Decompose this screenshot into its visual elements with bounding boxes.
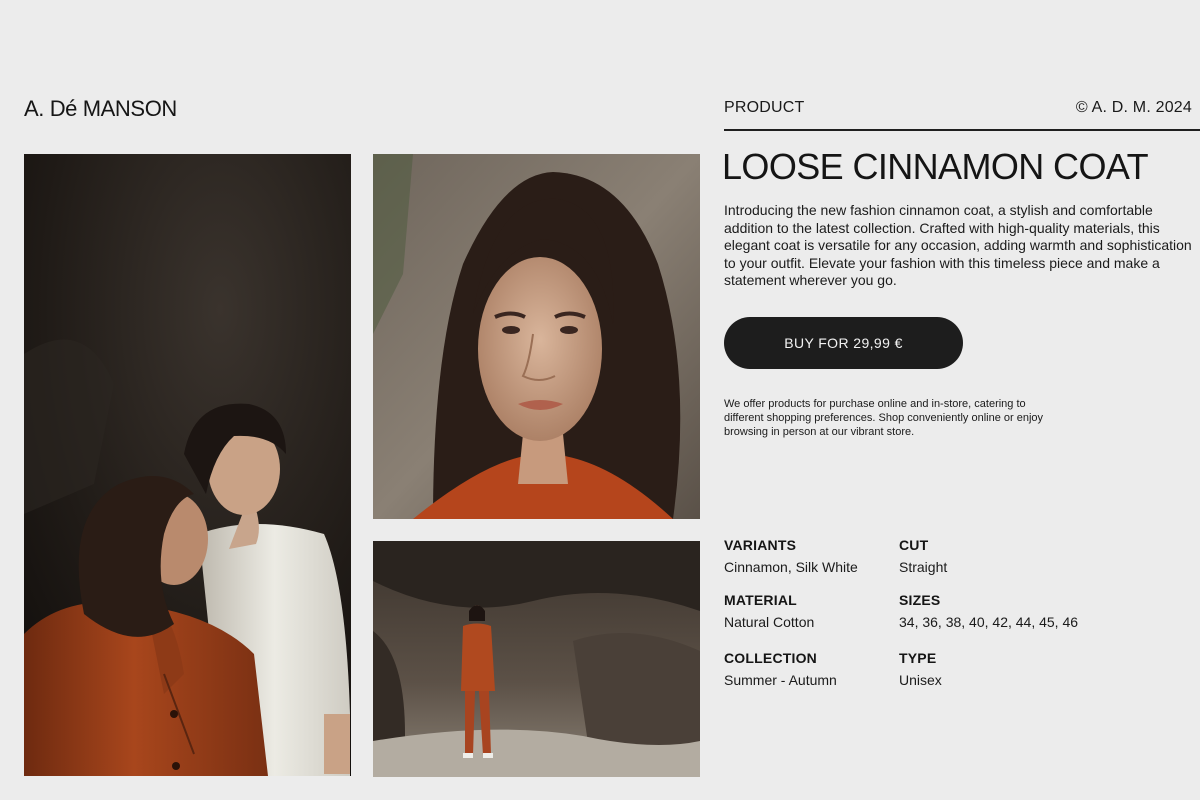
spec-label: COLLECTION xyxy=(724,650,817,666)
spec-label: VARIANTS xyxy=(724,537,797,553)
spec-label: MATERIAL xyxy=(724,592,797,608)
buy-button[interactable]: BUY FOR 29,99 € xyxy=(724,317,963,369)
spec-value: Cinnamon, Silk White xyxy=(724,559,858,575)
spec-collection: COLLECTION Summer - Autumn xyxy=(724,650,837,688)
purchase-note: We offer products for purchase online an… xyxy=(724,398,1044,438)
spec-variants: VARIANTS Cinnamon, Silk White xyxy=(724,537,858,575)
section-label: PRODUCT xyxy=(724,99,805,116)
brand-logo[interactable]: A. Dé MANSON xyxy=(24,96,177,122)
product-photo-portrait[interactable] xyxy=(373,154,700,519)
product-description: Introducing the new fashion cinnamon coa… xyxy=(724,202,1192,289)
spec-value: Unisex xyxy=(899,672,942,688)
spec-label: SIZES xyxy=(899,592,941,608)
spec-value: Straight xyxy=(899,559,948,575)
spec-material: MATERIAL Natural Cotton xyxy=(724,592,814,630)
spec-value: Natural Cotton xyxy=(724,614,815,630)
spec-label: CUT xyxy=(899,537,929,553)
spec-value: 34, 36, 38, 40, 42, 44, 45, 46 xyxy=(899,614,1079,630)
spec-cut: CUT Straight xyxy=(899,537,947,575)
spec-sizes: SIZES 34, 36, 38, 40, 42, 44, 45, 46 xyxy=(899,592,1078,630)
product-photo-two-models[interactable] xyxy=(24,154,351,776)
spec-value: Summer - Autumn xyxy=(724,672,837,688)
spec-type: TYPE Unisex xyxy=(899,650,942,688)
product-title: LOOSE CINNAMON COAT xyxy=(722,146,1149,187)
spec-label: TYPE xyxy=(899,650,937,666)
copyright-text: © A. D. M. 2024 xyxy=(1075,99,1192,116)
product-photo-canyon[interactable] xyxy=(373,541,700,777)
header-divider xyxy=(724,129,1200,131)
